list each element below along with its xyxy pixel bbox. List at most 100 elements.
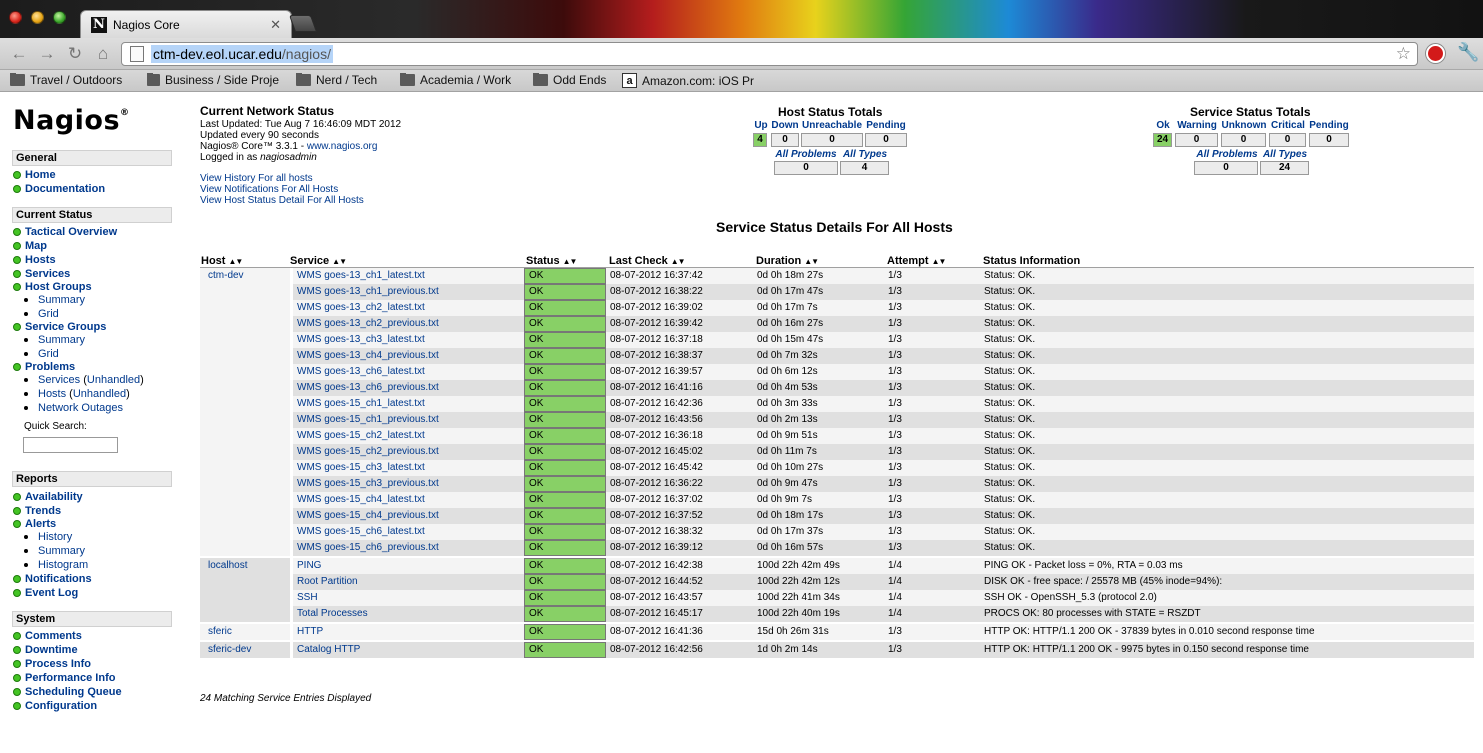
browser-tab[interactable]: N Nagios Core ✕ [80,10,292,38]
column-header-attempt[interactable]: Attempt ▲▼ [887,255,946,267]
nav-alerts-summary[interactable]: Summary [24,545,85,557]
bookmark-folder[interactable]: Travel / Outdoors [10,73,122,87]
nav-network-outages[interactable]: Network Outages [24,402,123,414]
view-notifications-link[interactable]: View Notifications For All Hosts [200,184,338,195]
nav-tactical-overview[interactable]: Tactical Overview [13,226,117,238]
sort-arrows-icon[interactable]: ▲▼ [228,257,243,266]
services-service-link[interactable]: WMS goes-15_ch2_latest.txt [297,428,425,444]
nav-problems[interactable]: Problems [13,361,75,373]
bookmark-folder[interactable]: Odd Ends [533,73,606,87]
nav-performance-info[interactable]: Performance Info [13,672,115,684]
services-service-link[interactable]: WMS goes-15_ch4_previous.txt [297,508,439,524]
services-service-link[interactable]: WMS goes-13_ch4_previous.txt [297,348,439,364]
nav-configuration[interactable]: Configuration [13,700,97,712]
svc-warning-header[interactable]: Warning [1174,120,1220,131]
nav-service-groups[interactable]: Service Groups [13,321,106,333]
host-link-sferic-dev[interactable]: sferic-dev [208,642,290,658]
services-service-link[interactable]: HTTP [297,624,323,640]
services-service-link[interactable]: WMS goes-13_ch2_latest.txt [297,300,425,316]
host-down-header[interactable]: Down [770,120,800,131]
nav-services[interactable]: Services [13,268,70,280]
nav-notifications[interactable]: Notifications [13,573,92,585]
nav-home[interactable]: Home [13,169,56,181]
svc-all-types-header[interactable]: All Types [1260,149,1310,160]
bookmark-folder[interactable]: Business / Side Proje [147,73,279,87]
nav-unhandled-services[interactable]: Unhandled [87,374,140,386]
services-service-link[interactable]: WMS goes-15_ch1_latest.txt [297,396,425,412]
host-pending-header[interactable]: Pending [864,120,908,131]
nav-trends[interactable]: Trends [13,505,61,517]
svc-ok-header[interactable]: Ok [1152,120,1174,131]
nav-unhandled-hosts[interactable]: Unhandled [73,388,126,400]
services-service-link[interactable]: Catalog HTTP [297,642,360,658]
nav-host-groups-summary[interactable]: Summary [24,294,85,306]
address-bar[interactable]: ctm-dev.eol.ucar.edu/nagios/ ☆ [121,42,1418,66]
svc-pending-header[interactable]: Pending [1308,120,1350,131]
services-service-link[interactable]: WMS goes-13_ch1_previous.txt [297,284,439,300]
sort-arrows-icon[interactable]: ▲▼ [804,257,819,266]
bookmark-link[interactable]: a Amazon.com: iOS Pr [622,73,787,88]
services-service-link[interactable]: PING [297,558,321,574]
close-tab-icon[interactable]: ✕ [270,17,281,33]
sort-arrows-icon[interactable]: ▲▼ [563,257,578,266]
nav-alerts-history[interactable]: History [24,531,72,543]
nav-scheduling-queue[interactable]: Scheduling Queue [13,686,122,698]
bookmark-folder[interactable]: Nerd / Tech [296,73,377,87]
close-window-button[interactable] [9,11,22,24]
sort-arrows-icon[interactable]: ▲▼ [671,257,686,266]
services-service-link[interactable]: WMS goes-13_ch3_latest.txt [297,332,425,348]
forward-arrow-icon[interactable]: → [36,43,58,65]
nav-host-groups[interactable]: Host Groups [13,281,92,293]
bookmark-folder[interactable]: Academia / Work [400,73,511,87]
services-service-link[interactable]: WMS goes-15_ch6_latest.txt [297,524,425,540]
host-up-header[interactable]: Up [752,120,770,131]
host-all-problems-header[interactable]: All Problems [774,149,838,160]
column-header-last-check[interactable]: Last Check ▲▼ [609,255,686,267]
host-unreachable-header[interactable]: Unreachable [800,120,864,131]
services-service-link[interactable]: WMS goes-15_ch1_previous.txt [297,412,439,428]
services-service-link[interactable]: WMS goes-13_ch2_previous.txt [297,316,439,332]
nav-host-groups-grid[interactable]: Grid [24,308,59,320]
view-host-detail-link[interactable]: View Host Status Detail For All Hosts [200,195,364,206]
services-service-link[interactable]: WMS goes-15_ch4_latest.txt [297,492,425,508]
nav-process-info[interactable]: Process Info [13,658,91,670]
zoom-window-button[interactable] [53,11,66,24]
nav-map[interactable]: Map [13,240,47,252]
sort-arrows-icon[interactable]: ▲▼ [332,257,347,266]
host-link-ctm-dev[interactable]: ctm-dev [208,268,290,284]
nagios-site-link[interactable]: www.nagios.org [307,141,378,152]
svc-all-problems-header[interactable]: All Problems [1194,149,1260,160]
column-header-service[interactable]: Service ▲▼ [290,255,347,267]
column-header-duration[interactable]: Duration ▲▼ [756,255,819,267]
nav-alerts[interactable]: Alerts [13,518,56,530]
minimize-window-button[interactable] [31,11,44,24]
extension-stop-icon[interactable] [1426,44,1445,63]
column-header-host[interactable]: Host ▲▼ [201,255,243,267]
services-service-link[interactable]: WMS goes-15_ch3_latest.txt [297,460,425,476]
svc-critical-header[interactable]: Critical [1268,120,1308,131]
nagios-logo[interactable]: Nagios® [13,105,130,136]
wrench-menu-icon[interactable]: 🔧 [1457,42,1479,63]
nav-comments[interactable]: Comments [13,630,82,642]
host-link-sferic[interactable]: sferic [208,624,290,640]
services-service-link[interactable]: WMS goes-13_ch6_previous.txt [297,380,439,396]
home-icon[interactable]: ⌂ [92,43,114,65]
nav-hosts[interactable]: Hosts [13,254,56,266]
column-header-status[interactable]: Status ▲▼ [526,255,578,267]
url-text[interactable]: ctm-dev.eol.ucar.edu/nagios/ [151,45,333,63]
services-service-link[interactable]: WMS goes-13_ch1_latest.txt [297,268,425,284]
bookmark-star-icon[interactable]: ☆ [1396,44,1411,64]
host-link-localhost[interactable]: localhost [208,558,290,574]
quick-search-input[interactable] [23,437,118,453]
nav-problem-services[interactable]: Services (Unhandled) [24,374,144,386]
nav-service-groups-summary[interactable]: Summary [24,334,85,346]
services-service-link[interactable]: WMS goes-15_ch3_previous.txt [297,476,439,492]
host-all-types-header[interactable]: All Types [840,149,890,160]
nav-service-groups-grid[interactable]: Grid [24,348,59,360]
reload-icon[interactable]: ↻ [64,43,86,65]
nav-event-log[interactable]: Event Log [13,587,78,599]
services-service-link[interactable]: Total Processes [297,606,368,622]
services-service-link[interactable]: Root Partition [297,574,358,590]
services-service-link[interactable]: WMS goes-15_ch2_previous.txt [297,444,439,460]
services-service-link[interactable]: SSH [297,590,318,606]
